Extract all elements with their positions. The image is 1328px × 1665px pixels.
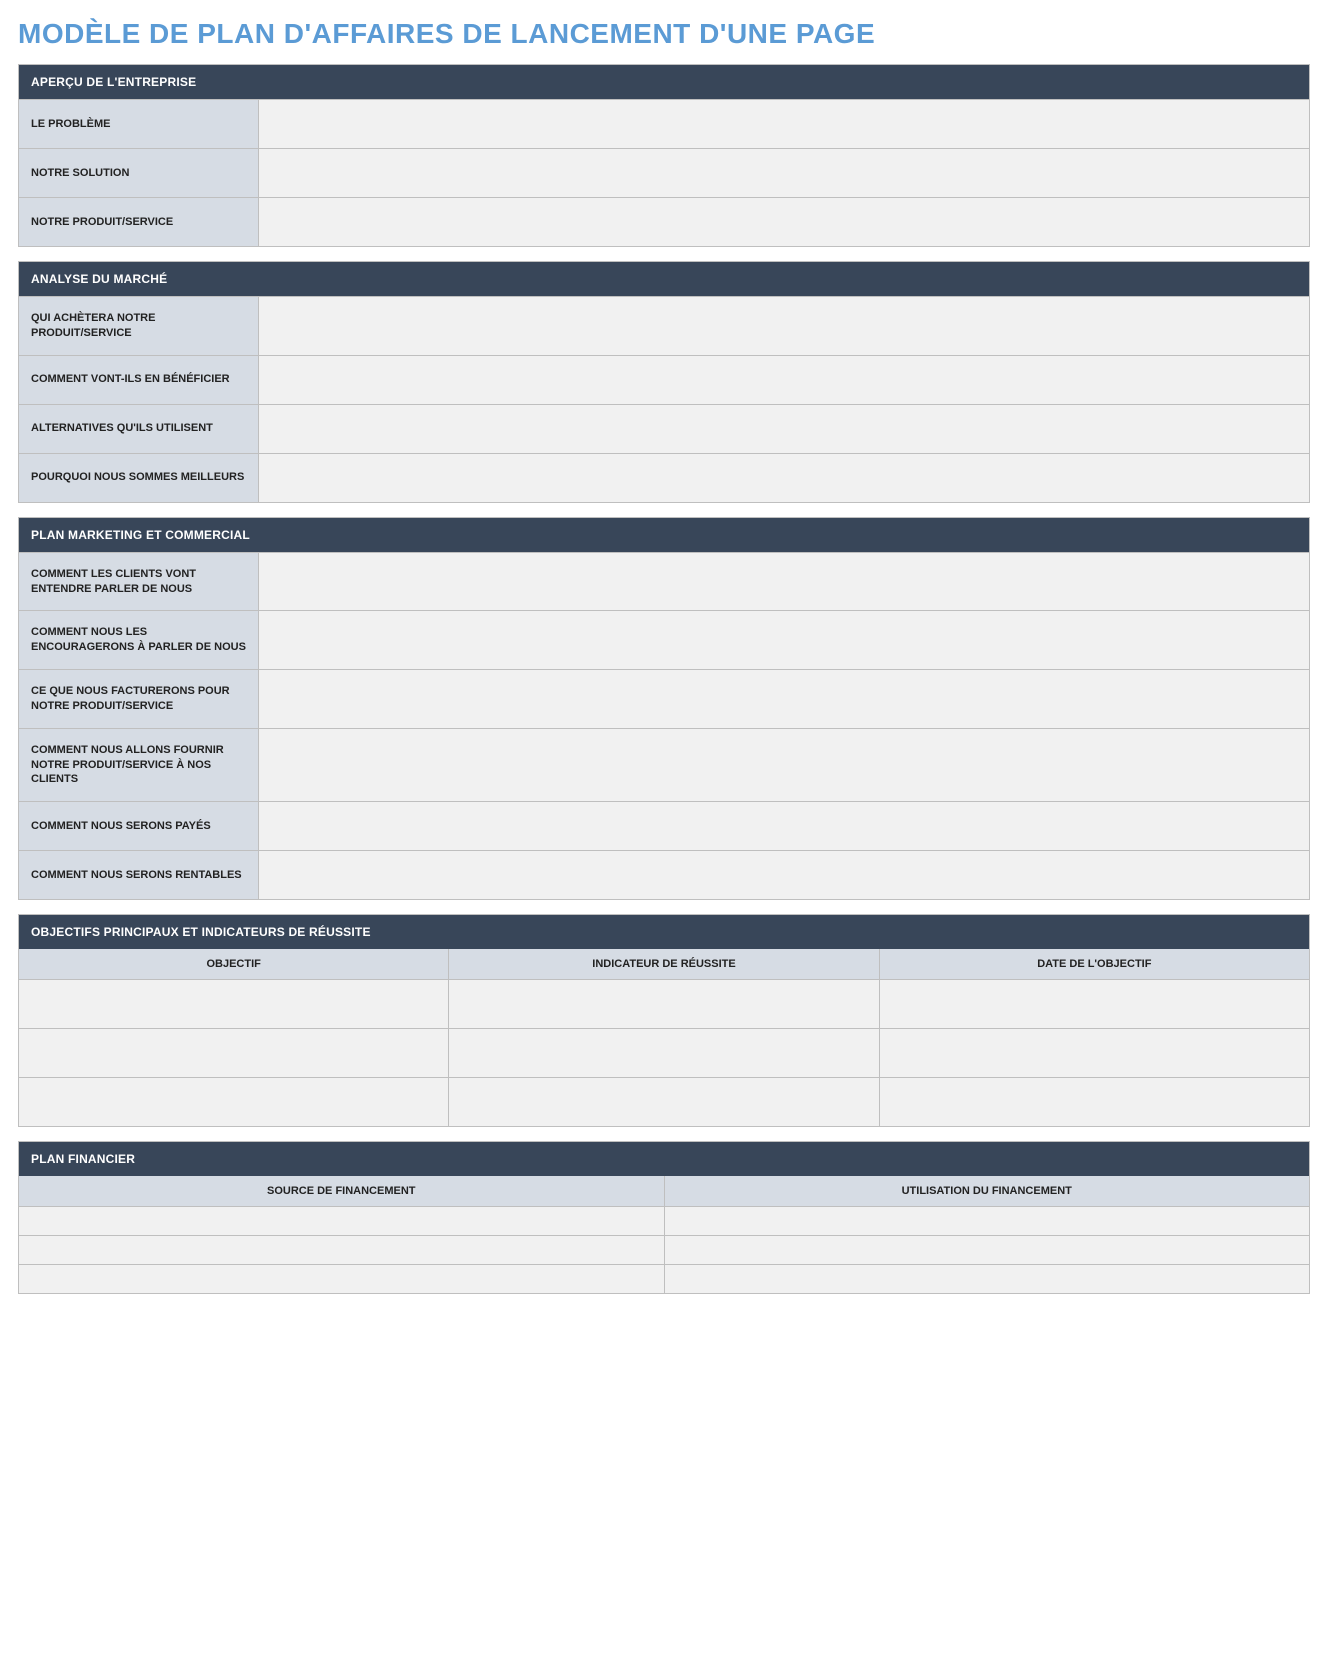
- section-market: ANALYSE DU MARCHÉ QUI ACHÈTERA NOTRE PRO…: [18, 261, 1310, 503]
- table-header-row: SOURCE DE FINANCEMENT UTILISATION DU FIN…: [19, 1176, 1309, 1206]
- table-header-cell: SOURCE DE FINANCEMENT: [19, 1176, 665, 1206]
- kv-value[interactable]: [259, 553, 1309, 611]
- kv-row: COMMENT NOUS SERONS PAYÉS: [19, 801, 1309, 850]
- page-title: MODÈLE DE PLAN D'AFFAIRES DE LANCEMENT D…: [18, 18, 1310, 50]
- table-cell[interactable]: [880, 1029, 1309, 1077]
- kv-value[interactable]: [259, 851, 1309, 899]
- kv-label: COMMENT NOUS ALLONS FOURNIR NOTRE PRODUI…: [19, 729, 259, 802]
- kv-value[interactable]: [259, 405, 1309, 453]
- financial-table: SOURCE DE FINANCEMENT UTILISATION DU FIN…: [19, 1176, 1309, 1293]
- kv-label: COMMENT VONT-ILS EN BÉNÉFICIER: [19, 356, 259, 404]
- kv-label: NOTRE PRODUIT/SERVICE: [19, 198, 259, 246]
- kv-label: COMMENT LES CLIENTS VONT ENTENDRE PARLER…: [19, 553, 259, 611]
- table-cell[interactable]: [880, 1078, 1309, 1126]
- table-header-cell: DATE DE L'OBJECTIF: [880, 949, 1309, 979]
- kv-label: COMMENT NOUS SERONS RENTABLES: [19, 851, 259, 899]
- kv-value[interactable]: [259, 198, 1309, 246]
- table-cell[interactable]: [19, 1207, 665, 1235]
- kv-label: LE PROBLÈME: [19, 100, 259, 148]
- table-row: [19, 1264, 1309, 1293]
- kv-row: COMMENT NOUS SERONS RENTABLES: [19, 850, 1309, 899]
- table-header-cell: UTILISATION DU FINANCEMENT: [665, 1176, 1310, 1206]
- kv-row: LE PROBLÈME: [19, 99, 1309, 148]
- table-cell[interactable]: [449, 1078, 879, 1126]
- section-header-objectives: OBJECTIFS PRINCIPAUX ET INDICATEURS DE R…: [19, 915, 1309, 949]
- kv-row: ALTERNATIVES QU'ILS UTILISENT: [19, 404, 1309, 453]
- table-cell[interactable]: [665, 1236, 1310, 1264]
- table-header-row: OBJECTIF INDICATEUR DE RÉUSSITE DATE DE …: [19, 949, 1309, 979]
- kv-row: COMMENT NOUS ALLONS FOURNIR NOTRE PRODUI…: [19, 728, 1309, 802]
- table-cell[interactable]: [449, 1029, 879, 1077]
- kv-label: COMMENT NOUS LES ENCOURAGERONS À PARLER …: [19, 611, 259, 669]
- kv-value[interactable]: [259, 611, 1309, 669]
- table-cell[interactable]: [880, 980, 1309, 1028]
- table-row: [19, 1206, 1309, 1235]
- section-header-marketing: PLAN MARKETING ET COMMERCIAL: [19, 518, 1309, 552]
- table-cell[interactable]: [19, 1265, 665, 1293]
- kv-row: COMMENT LES CLIENTS VONT ENTENDRE PARLER…: [19, 552, 1309, 611]
- table-cell[interactable]: [19, 1029, 449, 1077]
- kv-value[interactable]: [259, 149, 1309, 197]
- kv-row: CE QUE NOUS FACTURERONS POUR NOTRE PRODU…: [19, 669, 1309, 728]
- kv-label: NOTRE SOLUTION: [19, 149, 259, 197]
- section-header-market: ANALYSE DU MARCHÉ: [19, 262, 1309, 296]
- kv-label: COMMENT NOUS SERONS PAYÉS: [19, 802, 259, 850]
- table-cell[interactable]: [19, 980, 449, 1028]
- table-row: [19, 979, 1309, 1028]
- table-header-cell: OBJECTIF: [19, 949, 449, 979]
- table-cell[interactable]: [19, 1236, 665, 1264]
- kv-value[interactable]: [259, 454, 1309, 502]
- kv-row: COMMENT NOUS LES ENCOURAGERONS À PARLER …: [19, 610, 1309, 669]
- kv-row: NOTRE PRODUIT/SERVICE: [19, 197, 1309, 246]
- kv-row: COMMENT VONT-ILS EN BÉNÉFICIER: [19, 355, 1309, 404]
- kv-value[interactable]: [259, 729, 1309, 802]
- kv-label: ALTERNATIVES QU'ILS UTILISENT: [19, 405, 259, 453]
- kv-label: POURQUOI NOUS SOMMES MEILLEURS: [19, 454, 259, 502]
- section-objectives: OBJECTIFS PRINCIPAUX ET INDICATEURS DE R…: [18, 914, 1310, 1127]
- kv-value[interactable]: [259, 802, 1309, 850]
- kv-row: POURQUOI NOUS SOMMES MEILLEURS: [19, 453, 1309, 502]
- kv-label: CE QUE NOUS FACTURERONS POUR NOTRE PRODU…: [19, 670, 259, 728]
- table-row: [19, 1077, 1309, 1126]
- table-cell[interactable]: [665, 1265, 1310, 1293]
- kv-value[interactable]: [259, 670, 1309, 728]
- kv-row: NOTRE SOLUTION: [19, 148, 1309, 197]
- table-cell[interactable]: [665, 1207, 1310, 1235]
- table-header-cell: INDICATEUR DE RÉUSSITE: [449, 949, 879, 979]
- section-overview: APERÇU DE L'ENTREPRISE LE PROBLÈME NOTRE…: [18, 64, 1310, 247]
- objectives-table: OBJECTIF INDICATEUR DE RÉUSSITE DATE DE …: [19, 949, 1309, 1126]
- kv-value[interactable]: [259, 297, 1309, 355]
- table-cell[interactable]: [19, 1078, 449, 1126]
- section-financial: PLAN FINANCIER SOURCE DE FINANCEMENT UTI…: [18, 1141, 1310, 1294]
- kv-row: QUI ACHÈTERA NOTRE PRODUIT/SERVICE: [19, 296, 1309, 355]
- kv-value[interactable]: [259, 100, 1309, 148]
- section-marketing: PLAN MARKETING ET COMMERCIAL COMMENT LES…: [18, 517, 1310, 901]
- table-cell[interactable]: [449, 980, 879, 1028]
- table-row: [19, 1028, 1309, 1077]
- kv-label: QUI ACHÈTERA NOTRE PRODUIT/SERVICE: [19, 297, 259, 355]
- section-header-overview: APERÇU DE L'ENTREPRISE: [19, 65, 1309, 99]
- kv-value[interactable]: [259, 356, 1309, 404]
- table-row: [19, 1235, 1309, 1264]
- section-header-financial: PLAN FINANCIER: [19, 1142, 1309, 1176]
